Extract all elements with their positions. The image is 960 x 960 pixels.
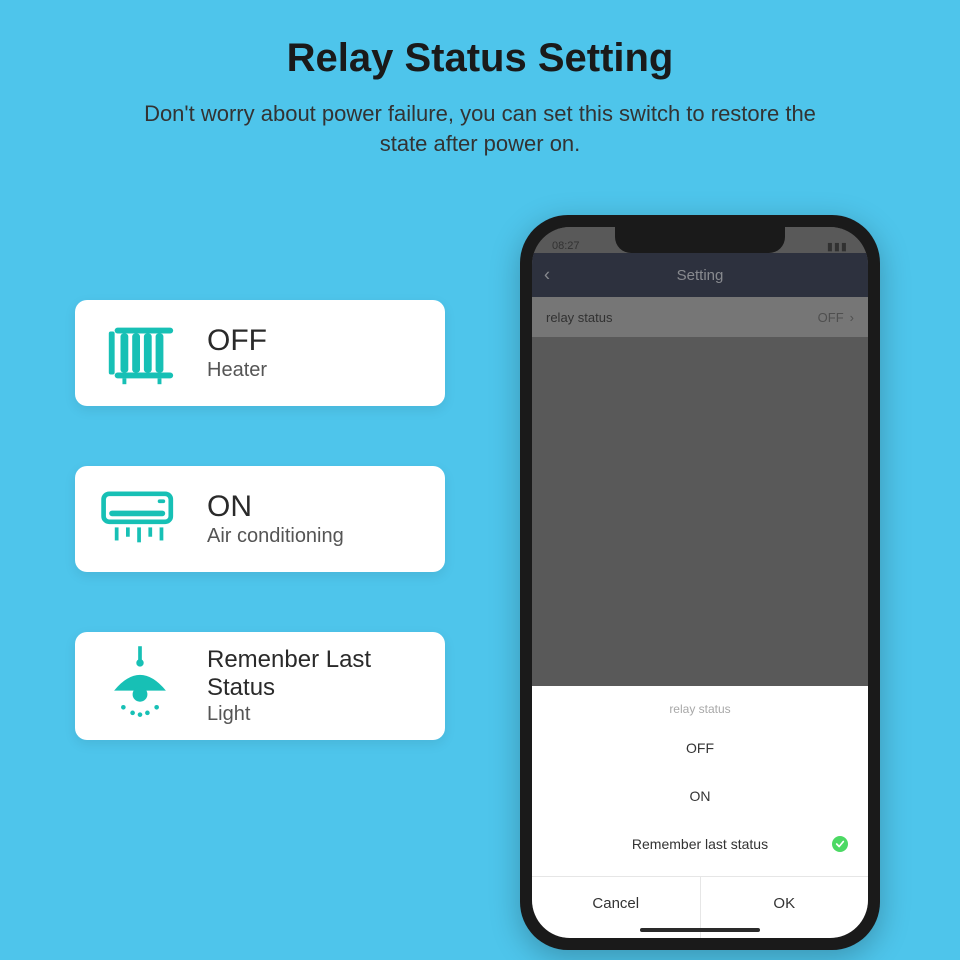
status-indicators-icon: ▮▮▮ [827,240,848,253]
sheet-option-on-label: ON [690,788,711,804]
card-heater-status: OFF [207,324,267,357]
light-icon [95,647,185,725]
checkmark-icon [832,836,848,852]
sheet-option-off[interactable]: OFF [532,724,868,772]
card-light-status: Remenber Last Status [207,646,425,701]
sheet-option-off-label: OFF [686,740,714,756]
action-sheet: relay status OFF ON Remember last status… [532,686,868,938]
ac-icon [95,480,185,558]
card-heater-label: Heater [207,359,267,382]
phone-notch [615,227,785,253]
page-title: Relay Status Setting [0,0,960,81]
card-heater: OFF Heater [75,300,445,406]
card-ac-status: ON [207,490,344,523]
feature-cards: OFF Heater ON Air conditioning [75,300,445,800]
sheet-option-remember[interactable]: Remember last status [532,820,868,868]
sheet-option-on[interactable]: ON [532,772,868,820]
card-light: Remenber Last Status Light [75,632,445,740]
card-ac: ON Air conditioning [75,466,445,572]
phone-mockup: 08:27 ▮▮▮ ‹ Setting relay status OFF › r… [520,215,880,950]
sheet-option-remember-label: Remember last status [632,836,768,852]
status-time: 08:27 [552,240,580,252]
card-light-label: Light [207,703,425,726]
card-ac-label: Air conditioning [207,525,344,548]
page-subtitle: Don't worry about power failure, you can… [0,81,960,158]
home-indicator[interactable] [640,928,760,932]
heater-icon [95,314,185,392]
sheet-title: relay status [532,686,868,724]
phone-screen: 08:27 ▮▮▮ ‹ Setting relay status OFF › r… [532,227,868,938]
